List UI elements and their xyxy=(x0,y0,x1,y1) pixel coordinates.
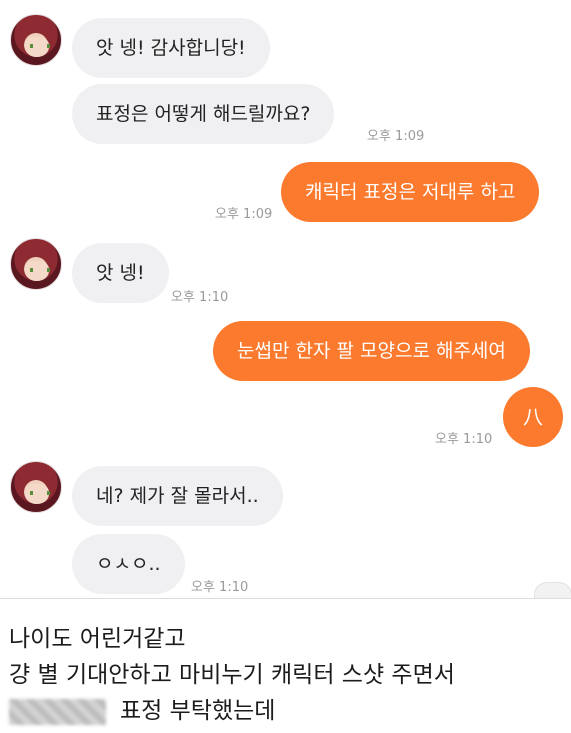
avatar[interactable] xyxy=(10,238,62,290)
scroll-down-button[interactable] xyxy=(534,582,571,598)
blurred-redaction xyxy=(9,698,106,725)
caption-line-2: 걍 별 기대안하고 마비누기 캐릭터 스샷 주면서 xyxy=(9,662,455,688)
avatar[interactable] xyxy=(10,461,62,513)
message-bubble-outgoing[interactable]: 캐릭터 표정은 저대루 하고 xyxy=(281,162,540,222)
message-bubble-incoming[interactable]: ㅇㅅㅇ.. xyxy=(72,534,185,594)
message-bubble-incoming[interactable]: 앗 넹! xyxy=(72,243,169,303)
message-timestamp: 오후 1:10 xyxy=(191,580,249,595)
chat-area: 앗 넹! 감사합니당! 표정은 어떻게 해드릴까요? 오후 1:09 오후 1:… xyxy=(0,0,571,598)
message-timestamp: 오후 1:10 xyxy=(171,290,229,305)
caption-line-1: 나이도 어린거같고 xyxy=(9,626,186,652)
message-bubble-outgoing[interactable]: 눈썹만 한자 팔 모양으로 해주세여 xyxy=(213,321,530,381)
avatar[interactable] xyxy=(10,14,62,66)
message-timestamp: 오후 1:09 xyxy=(215,207,273,222)
message-timestamp: 오후 1:10 xyxy=(435,432,493,447)
caption-line-3-wrapper: 표정 부탁했는데 xyxy=(9,691,275,725)
message-bubble-incoming[interactable]: 네? 제가 잘 몰라서.. xyxy=(72,466,283,526)
caption-line-3: 표정 부탁했는데 xyxy=(120,698,276,724)
message-bubble-outgoing[interactable]: 八 xyxy=(503,387,563,447)
message-bubble-incoming[interactable]: 앗 넹! 감사합니당! xyxy=(72,18,270,78)
message-timestamp: 오후 1:09 xyxy=(367,129,425,144)
caption-text: 나이도 어린거같고 걍 별 기대안하고 마비누기 캐릭터 스샷 주면서 표정 부… xyxy=(0,599,571,733)
message-bubble-incoming[interactable]: 표정은 어떻게 해드릴까요? xyxy=(72,84,335,144)
